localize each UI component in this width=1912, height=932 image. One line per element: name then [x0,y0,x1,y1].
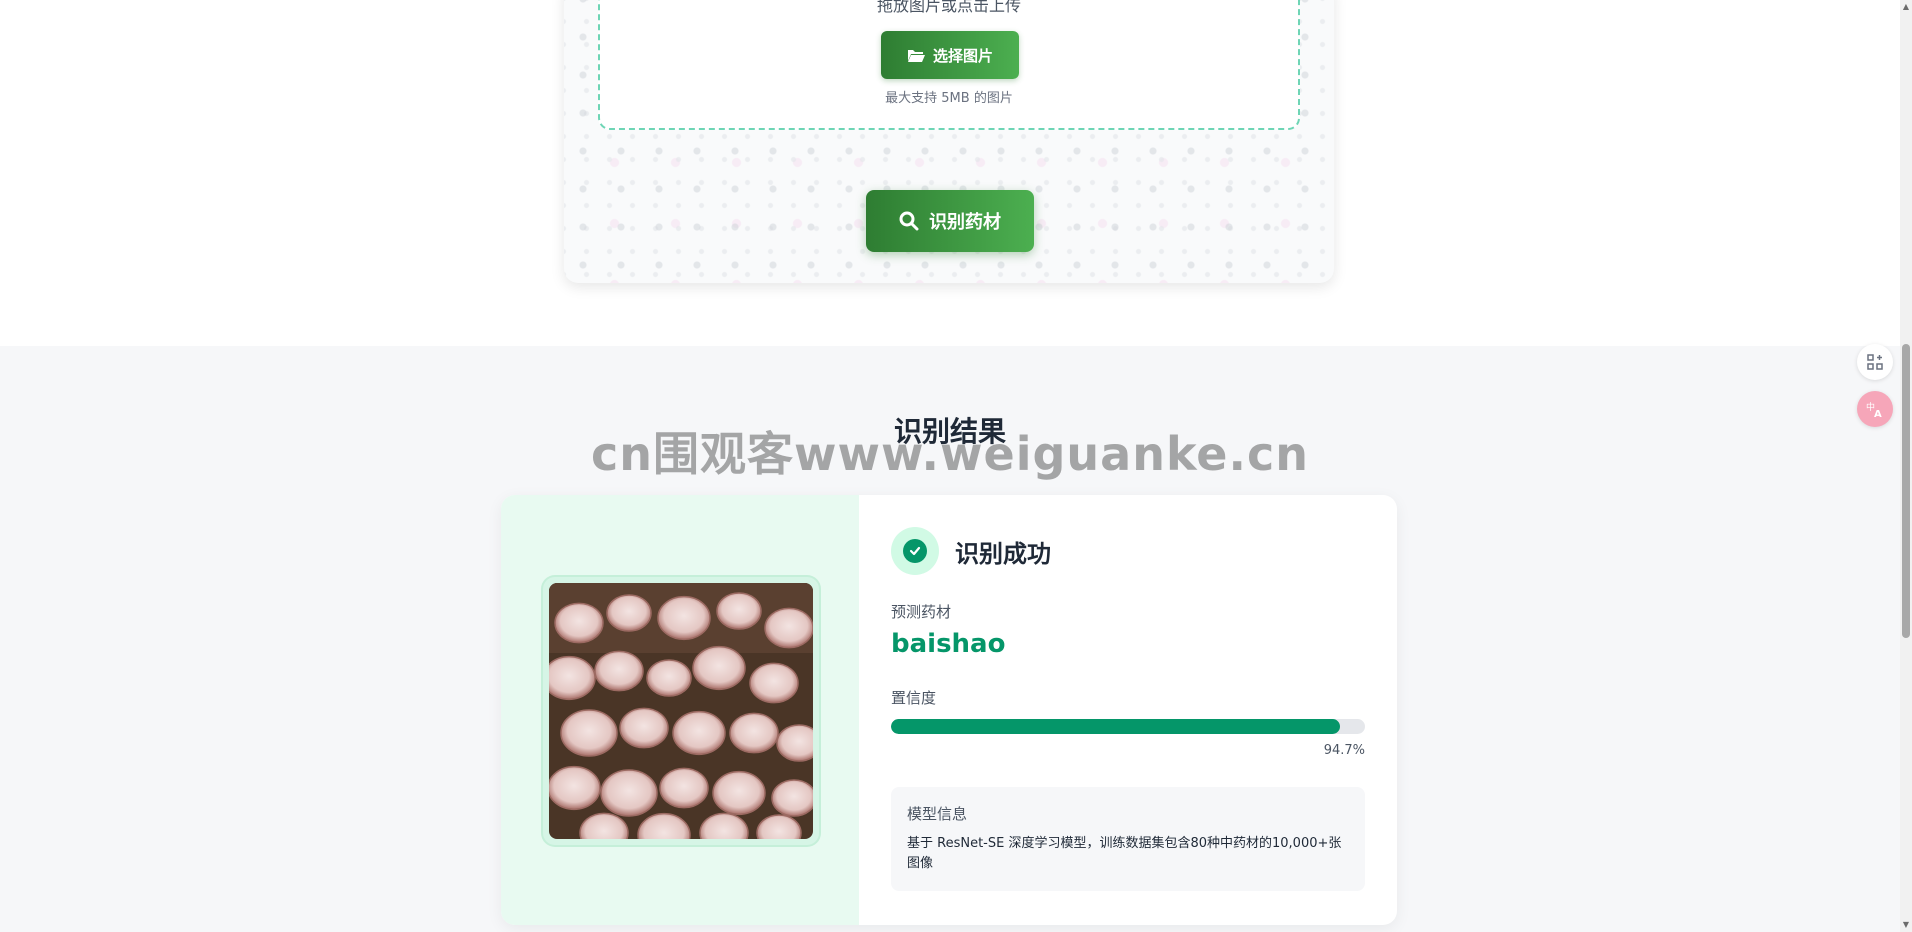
herb-slice [549,765,601,811]
herb-slice [657,595,711,641]
prediction-value: baishao [891,629,1006,659]
herb-slice [716,592,762,630]
svg-text:A: A [1874,409,1882,419]
search-icon [899,211,919,231]
herb-slice [560,709,618,757]
scrollbar-thumb[interactable] [1902,344,1910,638]
page-scrollbar[interactable]: ▲ ▼ [1900,0,1912,932]
choose-image-label: 选择图片 [932,46,993,65]
herb-slice [692,645,746,691]
image-dropzone[interactable]: 拖放图片或点击上传 选择图片 最大支持 5MB 的图片 [598,0,1300,130]
herb-slice [659,767,709,809]
translate-icon[interactable]: 中 A [1857,391,1893,427]
herb-photo [549,583,813,839]
herb-slice [646,659,692,697]
model-info-title: 模型信息 [907,805,968,823]
herb-slice [619,707,669,749]
herb-slice [776,724,813,762]
scroll-up-icon[interactable]: ▲ [1900,0,1912,14]
results-section: 识别结果 cn围观客www.weiguanke.cn 识别成功 预测药材 bai… [0,346,1900,932]
scroll-down-icon[interactable]: ▼ [1900,918,1912,932]
check-circle-icon [891,527,939,575]
herb-slice [606,594,652,632]
herb-slice [749,662,799,704]
herb-slice [672,710,726,756]
folder-open-icon [907,50,925,62]
watermark-text: cn围观客www.weiguanke.cn [590,427,1309,481]
herb-slice [764,607,813,649]
file-size-limit: 最大支持 5MB 的图片 [885,91,1013,106]
identify-herb-label: 识别药材 [929,212,1001,233]
herb-slice [594,650,644,692]
herb-slice [600,769,658,817]
result-image-panel [501,495,859,925]
herb-image-frame [543,577,819,845]
status-row: 识别成功 [891,527,1051,575]
choose-image-button[interactable]: 选择图片 [881,31,1019,79]
herb-slice [712,770,766,816]
apps-add-icon[interactable] [1857,344,1893,380]
confidence-label: 置信度 [891,689,937,707]
dropzone-hint: 拖放图片或点击上传 [876,0,1021,15]
upload-section: 拖放图片或点击上传 选择图片 最大支持 5MB 的图片 识别药材 [0,0,1912,346]
confidence-bar-fill [891,719,1340,734]
herb-slice [729,712,779,754]
herb-slice [771,779,813,817]
confidence-bar [891,719,1365,734]
herb-slice [554,602,604,644]
identify-herb-button[interactable]: 识别药材 [866,190,1034,252]
prediction-label: 预测药材 [891,603,952,621]
status-text: 识别成功 [955,539,1051,568]
model-info-box: 模型信息 基于 ResNet-SE 深度学习模型，训练数据集包含80种中药材的1… [891,787,1365,891]
result-info-panel: 识别成功 预测药材 baishao 置信度 94.7% 模型信息 基于 ResN… [891,495,1367,925]
upload-card: 拖放图片或点击上传 选择图片 最大支持 5MB 的图片 识别药材 [564,0,1334,283]
herb-slice [549,655,596,701]
result-card: 识别成功 预测药材 baishao 置信度 94.7% 模型信息 基于 ResN… [501,495,1397,925]
confidence-value: 94.7% [1323,743,1365,758]
model-info-description: 基于 ResNet-SE 深度学习模型，训练数据集包含80种中药材的10,000… [907,836,1342,871]
